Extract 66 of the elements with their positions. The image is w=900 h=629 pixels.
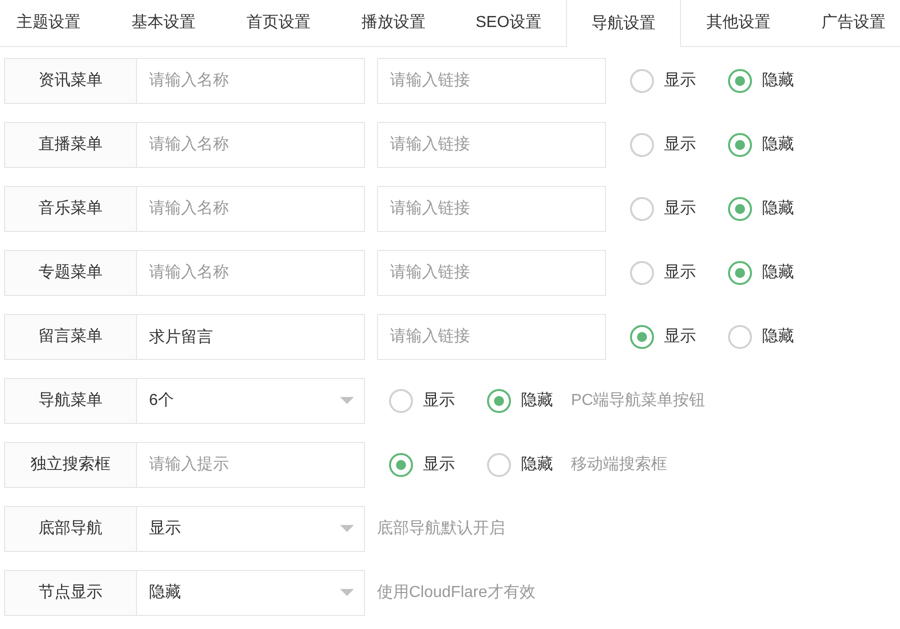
radio-button[interactable] bbox=[630, 197, 654, 221]
radio-button[interactable] bbox=[630, 69, 654, 93]
radio-button[interactable] bbox=[487, 389, 511, 413]
radio-option[interactable]: 显示 bbox=[389, 389, 455, 413]
radio-option[interactable]: 隐藏 bbox=[728, 325, 794, 349]
field-label: 导航菜单 bbox=[4, 378, 136, 424]
radio-option[interactable]: 隐藏 bbox=[728, 133, 794, 157]
radio-option[interactable]: 显示 bbox=[630, 197, 696, 221]
hint-text: 移动端搜索框 bbox=[571, 454, 667, 475]
radio-button[interactable] bbox=[630, 133, 654, 157]
tab[interactable]: 其他设置 bbox=[681, 0, 796, 46]
radio-option[interactable]: 显示 bbox=[630, 133, 696, 157]
caret-icon bbox=[340, 397, 354, 405]
field-label: 资讯菜单 bbox=[4, 58, 136, 104]
field-label: 直播菜单 bbox=[4, 122, 136, 168]
input-field[interactable]: 请输入链接 bbox=[377, 186, 606, 232]
tab[interactable]: 主题设置 bbox=[0, 0, 106, 46]
radio-button[interactable] bbox=[728, 261, 752, 285]
radio-button[interactable] bbox=[728, 69, 752, 93]
select-field[interactable]: 隐藏 bbox=[136, 570, 365, 616]
radio-option[interactable]: 显示 bbox=[389, 453, 455, 477]
input-field[interactable]: 求片留言 bbox=[136, 314, 365, 360]
radio-button[interactable] bbox=[728, 325, 752, 349]
input-field[interactable]: 请输入链接 bbox=[377, 314, 606, 360]
radio-button[interactable] bbox=[487, 453, 511, 477]
caret-icon bbox=[340, 589, 354, 597]
tab[interactable]: 广告设置 bbox=[796, 0, 900, 46]
tab[interactable]: 首页设置 bbox=[221, 0, 336, 46]
hint-text: PC端导航菜单按钮 bbox=[571, 390, 706, 411]
field-label: 节点显示 bbox=[4, 570, 136, 616]
field-label: 留言菜单 bbox=[4, 314, 136, 360]
input-field[interactable]: 请输入提示 bbox=[136, 442, 365, 488]
hint-text: 使用CloudFlare才有效 bbox=[377, 582, 536, 603]
radio-option[interactable]: 隐藏 bbox=[487, 453, 553, 477]
input-field[interactable]: 请输入名称 bbox=[136, 58, 365, 104]
input-field[interactable]: 请输入链接 bbox=[377, 58, 606, 104]
radio-option[interactable]: 隐藏 bbox=[728, 197, 794, 221]
field-label: 音乐菜单 bbox=[4, 186, 136, 232]
radio-button[interactable] bbox=[630, 261, 654, 285]
input-field[interactable]: 请输入链接 bbox=[377, 250, 606, 296]
radio-option[interactable]: 隐藏 bbox=[728, 261, 794, 285]
radio-button[interactable] bbox=[389, 453, 413, 477]
radio-option[interactable]: 隐藏 bbox=[487, 389, 553, 413]
input-field[interactable]: 请输入名称 bbox=[136, 250, 365, 296]
input-field[interactable]: 请输入名称 bbox=[136, 186, 365, 232]
radio-button[interactable] bbox=[389, 389, 413, 413]
radio-option[interactable]: 显示 bbox=[630, 261, 696, 285]
radio-button[interactable] bbox=[630, 325, 654, 349]
radio-option[interactable]: 显示 bbox=[630, 69, 696, 93]
tab[interactable]: SEO设置 bbox=[451, 0, 566, 46]
radio-button[interactable] bbox=[728, 133, 752, 157]
tab[interactable]: 导航设置 bbox=[566, 0, 681, 47]
field-label: 底部导航 bbox=[4, 506, 136, 552]
input-field[interactable]: 请输入链接 bbox=[377, 122, 606, 168]
caret-icon bbox=[340, 525, 354, 533]
tab[interactable]: 基本设置 bbox=[106, 0, 221, 46]
select-field[interactable]: 显示 bbox=[136, 506, 365, 552]
radio-option[interactable]: 显示 bbox=[630, 325, 696, 349]
radio-option[interactable]: 隐藏 bbox=[728, 69, 794, 93]
tab[interactable]: 播放设置 bbox=[336, 0, 451, 46]
field-label: 专题菜单 bbox=[4, 250, 136, 296]
field-label: 独立搜索框 bbox=[4, 442, 136, 488]
select-field[interactable]: 6个 bbox=[136, 378, 365, 424]
input-field[interactable]: 请输入名称 bbox=[136, 122, 365, 168]
radio-button[interactable] bbox=[728, 197, 752, 221]
hint-text: 底部导航默认开启 bbox=[377, 518, 505, 539]
